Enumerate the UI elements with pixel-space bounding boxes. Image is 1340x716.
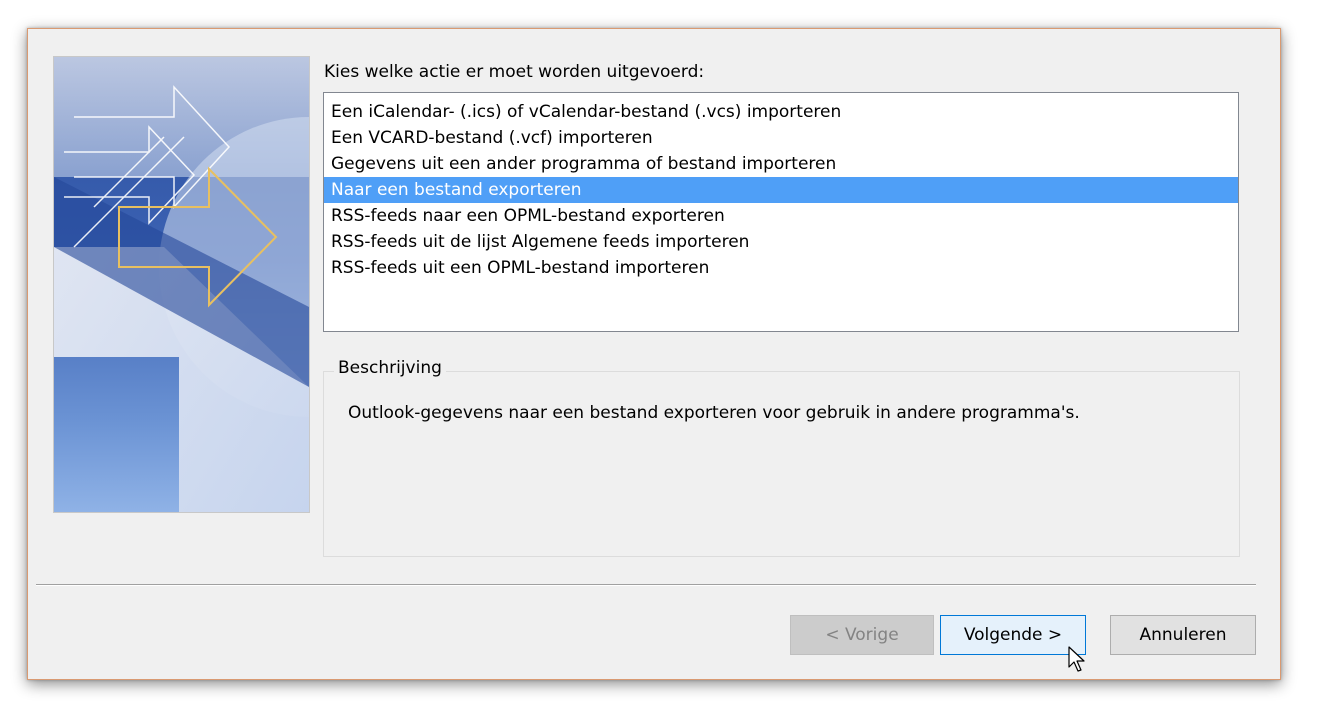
action-item-import-rss-opml[interactable]: RSS-feeds uit een OPML-bestand importere…: [324, 255, 1238, 281]
cancel-button[interactable]: Annuleren: [1110, 615, 1256, 655]
description-groupbox: Beschrijving Outlook-gegevens naar een b…: [323, 358, 1240, 557]
action-prompt-label: Kies welke actie er moet worden uitgevoe…: [324, 62, 705, 82]
action-item-import-rss-common-feeds[interactable]: RSS-feeds uit de lijst Algemene feeds im…: [324, 229, 1238, 255]
mouse-pointer-icon: [1068, 646, 1085, 672]
action-item-export-rss-opml[interactable]: RSS-feeds naar een OPML-bestand exporter…: [324, 203, 1238, 229]
wizard-side-image: [53, 56, 310, 513]
description-title: Beschrijving: [334, 358, 446, 378]
action-item-import-icalendar[interactable]: Een iCalendar- (.ics) of vCalendar-besta…: [324, 99, 1238, 125]
import-export-wizard-dialog: Kies welke actie er moet worden uitgevoe…: [27, 28, 1281, 680]
next-button[interactable]: Volgende >: [940, 615, 1086, 655]
previous-button[interactable]: < Vorige: [790, 615, 934, 655]
action-item-import-vcard[interactable]: Een VCARD-bestand (.vcf) importeren: [324, 125, 1238, 151]
action-item-export-to-file[interactable]: Naar een bestand exporteren: [324, 177, 1238, 203]
button-separator: [36, 584, 1256, 586]
wizard-arrows-graphic: [54, 57, 309, 512]
action-item-import-other-program[interactable]: Gegevens uit een ander programma of best…: [324, 151, 1238, 177]
description-text: Outlook-gegevens naar een bestand export…: [348, 403, 1080, 423]
action-listbox[interactable]: Een iCalendar- (.ics) of vCalendar-besta…: [323, 92, 1239, 332]
